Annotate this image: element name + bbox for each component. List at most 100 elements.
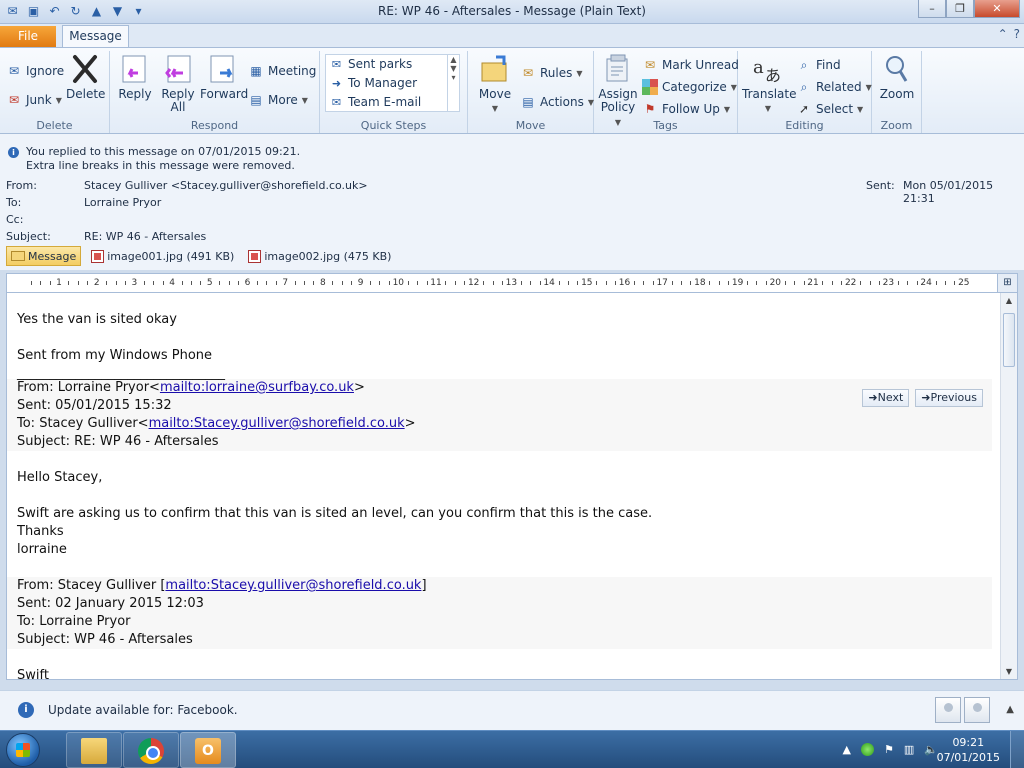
rules-button[interactable]: ✉ Rules ▼: [520, 65, 583, 81]
forward-button[interactable]: Forward: [200, 53, 248, 101]
actions-button[interactable]: ▤ Actions ▼: [520, 94, 594, 110]
follow-up-button[interactable]: ⚑ Follow Up ▼: [642, 101, 730, 117]
quick-step-sent-parks[interactable]: ✉ Sent parks: [326, 55, 459, 74]
network-icon[interactable]: ▥: [904, 743, 914, 756]
title-bar: ✉ ▣ ↶ ↻ ▲ ▼ ▾ RE: WP 46 - Aftersales - M…: [0, 0, 1024, 24]
from-row: From: Stacey Gulliver <Stacey.gulliver@sh…: [6, 179, 368, 192]
help-icon[interactable]: ?: [1014, 27, 1020, 41]
taskbar-outlook[interactable]: O: [180, 732, 236, 768]
minimize-button[interactable]: –: [918, 0, 946, 18]
to-value[interactable]: Lorraine Pryor: [84, 196, 161, 209]
vertical-scrollbar[interactable]: ▲ ▼: [1000, 293, 1017, 679]
view-ruler-toggle-icon[interactable]: ⊞: [997, 274, 1017, 292]
collapse-ribbon-icon[interactable]: ⌃: [998, 27, 1008, 41]
ruler-tick-label: 20: [769, 278, 782, 288]
assign-policy-button[interactable]: Assign Policy ▼: [598, 53, 638, 129]
mark-unread-button[interactable]: ✉ Mark Unread: [642, 57, 739, 73]
body-separator: ________________________________: [17, 366, 225, 381]
message-attachment-tab[interactable]: Message: [6, 246, 82, 266]
taskbar-explorer[interactable]: [66, 732, 122, 768]
taskbar-chrome[interactable]: [123, 732, 179, 768]
junk-button[interactable]: ✉ Junk ▼: [6, 92, 62, 108]
reply-all-button[interactable]: Reply All: [158, 53, 198, 114]
ruler-tick-label: 1: [56, 278, 62, 288]
quick-steps-scroll[interactable]: ▲ ▼ ▾: [447, 55, 459, 111]
action-center-flag-icon[interactable]: ⚑: [884, 743, 894, 756]
ruler: 1 2 3 4 5 6 7 8 9 10 11 12 13 14 15 16 17 18 19 20 21 22 23 24 2…: [6, 273, 1018, 293]
respond-group-label: Respond: [190, 119, 239, 132]
meeting-button[interactable]: ▦ Meeting: [248, 63, 316, 79]
person-avatar-icon[interactable]: [935, 697, 961, 723]
previous-button[interactable]: ➜Previous: [915, 389, 983, 407]
quoted-sent-2: Sent: 02 January 2015 12:03: [17, 596, 204, 611]
tray-status-icon[interactable]: [861, 743, 875, 756]
ruler-tick-label: 10: [392, 278, 405, 288]
info-replied-line: You replied to this message on 07/01/201…: [26, 145, 301, 158]
ruler-minor-tick: [643, 281, 645, 285]
ruler-tick-label: 2: [93, 278, 100, 288]
scroll-thumb[interactable]: [1003, 313, 1015, 367]
next-button[interactable]: ➜Next: [862, 389, 910, 407]
find-button[interactable]: ⌕ Find: [796, 57, 841, 73]
quoted-from-suffix: ]: [421, 578, 427, 593]
translate-button[interactable]: aあ Translate ▼: [742, 53, 797, 115]
body-sign-off: lorraine: [17, 542, 67, 557]
subject-value: RE: WP 46 - Aftersales: [84, 230, 207, 243]
reply-button[interactable]: Reply: [116, 53, 154, 101]
taskbar-clock[interactable]: 09:21 07/01/2015: [937, 735, 1000, 765]
mailto-link-lorraine[interactable]: mailto:lorraine@surfbay.co.uk: [160, 380, 354, 395]
info-bar[interactable]: i You replied to this message on 07/01/2…: [8, 145, 300, 173]
message-body[interactable]: Yes the van is sited okay Sent from my W…: [6, 293, 1018, 680]
delete-button[interactable]: Delete: [66, 53, 105, 101]
start-button[interactable]: [6, 733, 40, 767]
attachment-image001[interactable]: image001.jpg (491 KB): [87, 246, 238, 266]
ruler-minor-tick: [690, 281, 692, 285]
more-button[interactable]: ▤ More ▼: [248, 92, 308, 108]
mailto-link-stacey-2[interactable]: mailto:Stacey.gulliver@shorefield.co.uk: [165, 578, 421, 593]
related-button[interactable]: ⌕ Related ▼: [796, 79, 872, 95]
zoom-label: Zoom: [879, 87, 915, 101]
ruler-minor-tick: [784, 281, 786, 285]
ruler-tick-label: 3: [131, 278, 138, 288]
ruler-minor-tick: [115, 281, 117, 285]
clock-time: 09:21: [952, 736, 985, 749]
move-button[interactable]: Move ▼: [476, 53, 514, 115]
expand-people-pane-icon[interactable]: ▲: [1006, 704, 1014, 715]
ignore-button[interactable]: ✉ Ignore: [6, 63, 64, 79]
status-text[interactable]: Update available for: Facebook.: [48, 703, 238, 717]
close-button[interactable]: ✕: [974, 0, 1020, 18]
ruler-tick-label: 17: [656, 278, 668, 288]
ignore-icon: ✉: [8, 64, 20, 78]
person-avatar-icon[interactable]: [964, 697, 990, 723]
ruler-minor-tick: [520, 281, 522, 285]
quick-step-icon: ✉: [331, 58, 342, 71]
status-bar: i Update available for: Facebook. ▲: [0, 690, 1024, 730]
ruler-minor-tick: [841, 281, 843, 285]
ruler-minor-tick: [304, 281, 306, 285]
quick-step-team-email[interactable]: ✉ Team E-mail: [326, 93, 459, 112]
quick-step-to-manager[interactable]: ➜ To Manager: [326, 74, 459, 93]
ruler-tick-label: 19: [731, 278, 744, 288]
scroll-up-arrow-icon[interactable]: ▲: [1001, 293, 1017, 309]
tab-message[interactable]: Message: [62, 25, 129, 48]
show-desktop-button[interactable]: [1010, 731, 1024, 768]
scroll-down-arrow-icon[interactable]: ▼: [1001, 664, 1017, 679]
from-value[interactable]: Stacey Gulliver <Stacey.gulliver@shorefi…: [84, 179, 368, 192]
attachment-image002[interactable]: image002.jpg (475 KB): [244, 246, 395, 266]
body-greeting: Hello Stacey,: [17, 470, 103, 485]
select-button[interactable]: ➚ Select ▼: [796, 101, 863, 117]
tray-expand-icon[interactable]: ▲: [843, 743, 851, 756]
zoom-button[interactable]: Zoom: [878, 53, 916, 101]
mark-unread-label: Mark Unread: [662, 58, 739, 72]
message-header: i You replied to this message on 07/01/2…: [0, 134, 1024, 270]
ruler-minor-tick: [77, 281, 79, 285]
tab-file[interactable]: File: [0, 26, 56, 47]
ruler-minor-tick: [907, 281, 909, 285]
ribbon-controls: ⌃ ?: [998, 27, 1020, 41]
ruler-minor-tick: [153, 281, 155, 285]
ruler-minor-tick: [803, 281, 805, 285]
mailto-link-stacey[interactable]: mailto:Stacey.gulliver@shorefield.co.uk: [149, 416, 405, 431]
select-cursor-icon: ➚: [798, 102, 810, 116]
categorize-button[interactable]: Categorize ▼: [642, 79, 737, 95]
maximize-button[interactable]: ❐: [946, 0, 974, 18]
